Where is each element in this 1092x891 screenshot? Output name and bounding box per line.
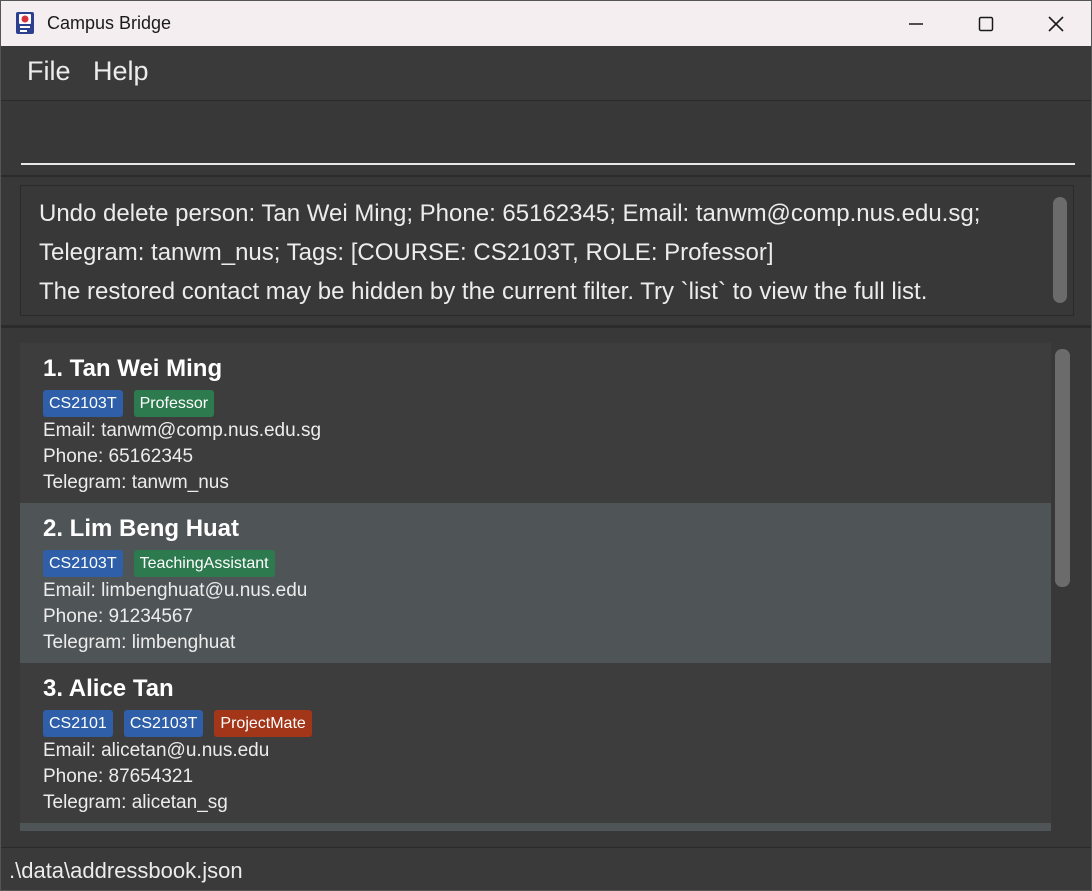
campus-bridge-app-icon [16, 12, 34, 34]
person-telegram: Telegram: tanwm_nus [43, 472, 229, 493]
person-phone: Phone: 65162345 [43, 446, 194, 467]
minimize-icon [909, 22, 923, 25]
result-line-1: Undo delete person: Tan Wei Ming; Phone:… [39, 200, 981, 227]
person-card[interactable]: 1. Tan Wei Ming CS2103T Professor Email:… [20, 343, 1051, 503]
person-card-selected[interactable]: 2. Lim Beng Huat CS2103T TeachingAssista… [20, 503, 1051, 663]
tag-course: CS2103T [123, 710, 204, 737]
tag-role: TeachingAssistant [133, 550, 275, 577]
tag-role: Professor [133, 390, 215, 417]
result-scrollbar[interactable] [1053, 197, 1067, 303]
next-card-edge [20, 823, 1051, 831]
tag-project: ProjectMate [214, 710, 312, 737]
tag-course: CS2103T [43, 550, 123, 577]
close-icon [1048, 15, 1064, 32]
tag-course: CS2101 [43, 710, 113, 737]
person-phone: Phone: 91234567 [43, 606, 194, 627]
result-line-3: The restored contact may be hidden by th… [39, 278, 928, 305]
tag-course: CS2103T [43, 390, 123, 417]
save-location: .\data\addressbook.json [9, 858, 243, 883]
app-window: Campus Bridge File Help Undo delete pers… [0, 0, 1092, 891]
person-email: Email: tanwm@comp.nus.edu.sg [43, 420, 322, 441]
maximize-icon [978, 16, 994, 31]
menu-help[interactable]: Help [93, 56, 149, 87]
person-name: 1. Tan Wei Ming [43, 355, 223, 382]
tag-list: CS2103T Professor [43, 390, 215, 417]
tag-list: CS2101 CS2103T ProjectMate [43, 710, 312, 737]
menu-bar: File Help [1, 46, 1091, 101]
person-telegram: Telegram: alicetan_sg [43, 792, 228, 813]
person-email: Email: alicetan@u.nus.edu [43, 740, 270, 761]
person-card[interactable]: 3. Alice Tan CS2101 CS2103T ProjectMate … [20, 663, 1051, 823]
command-input[interactable] [21, 121, 1075, 165]
maximize-button[interactable] [951, 1, 1021, 46]
menu-file[interactable]: File [27, 56, 71, 87]
person-phone: Phone: 87654321 [43, 766, 194, 787]
list-scrollbar-thumb[interactable] [1055, 349, 1070, 587]
command-box [1, 101, 1091, 177]
title-bar[interactable]: Campus Bridge [1, 1, 1091, 46]
person-telegram: Telegram: limbenghuat [43, 632, 236, 653]
result-display[interactable]: Undo delete person: Tan Wei Ming; Phone:… [20, 185, 1074, 316]
person-name: 2. Lim Beng Huat [43, 515, 240, 542]
minimize-button[interactable] [881, 1, 951, 46]
status-bar: .\data\addressbook.json [1, 847, 1091, 890]
person-name: 3. Alice Tan [43, 675, 174, 702]
close-button[interactable] [1021, 1, 1091, 46]
person-list: 1. Tan Wei Ming CS2103T Professor Email:… [20, 343, 1051, 829]
person-email: Email: limbenghuat@u.nus.edu [43, 580, 308, 601]
result-line-2: Telegram: tanwm_nus; Tags: [COURSE: CS21… [39, 239, 774, 266]
tag-list: CS2103T TeachingAssistant [43, 550, 275, 577]
result-display-panel: Undo delete person: Tan Wei Ming; Phone:… [1, 177, 1091, 328]
window-title: Campus Bridge [47, 13, 172, 33]
